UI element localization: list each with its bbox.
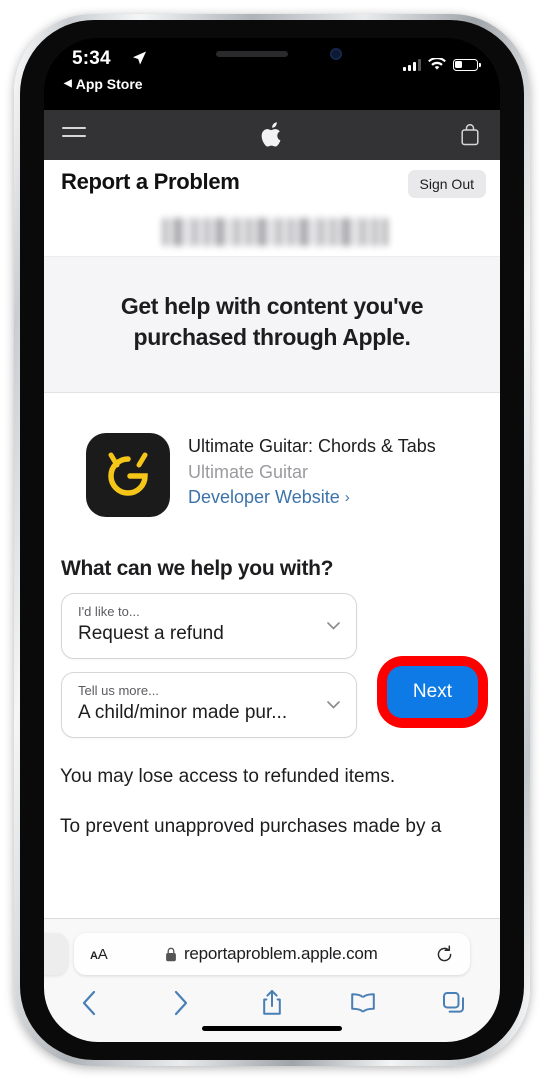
page-header: Report a Problem Sign Out xyxy=(44,160,500,208)
reason-select-label: I'd like to... xyxy=(78,604,140,620)
hamburger-menu-icon[interactable] xyxy=(62,127,86,137)
forward-button[interactable] xyxy=(135,990,226,1016)
body-copy-line-2: To prevent unapproved purchases made by … xyxy=(60,815,442,837)
earpiece-speaker xyxy=(216,51,288,57)
detail-select-label: Tell us more... xyxy=(78,683,159,699)
app-meta: Ultimate Guitar: Chords & Tabs Ultimate … xyxy=(188,433,436,517)
home-indicator xyxy=(202,1026,342,1031)
share-icon xyxy=(263,990,281,1015)
tabs-icon xyxy=(443,992,465,1013)
apple-logo-icon[interactable] xyxy=(261,122,283,148)
app-name: Ultimate Guitar: Chords & Tabs xyxy=(188,436,436,457)
cellular-signal-icon xyxy=(403,58,421,71)
shopping-bag-icon[interactable] xyxy=(460,123,480,147)
red-annotation-ring: Next xyxy=(376,656,488,729)
text-size-button[interactable]: AA xyxy=(90,946,108,963)
ultimate-guitar-app-icon xyxy=(86,433,170,518)
app-info-block: Ultimate Guitar: Chords & Tabs Ultimate … xyxy=(44,393,500,518)
form-row-1: I'd like to... Request a refund xyxy=(61,593,482,660)
hero-heading-line-1: Get help with content you've xyxy=(120,293,424,319)
chevron-right-icon xyxy=(175,990,188,1016)
chevron-down-icon xyxy=(327,622,340,630)
share-button[interactable] xyxy=(226,989,317,1017)
chevron-left-icon xyxy=(82,990,96,1016)
safari-chrome: AA reportaproblem.apple.com xyxy=(44,918,500,1042)
chevron-down-icon xyxy=(327,701,340,709)
screenshot-stage: 5:34 ◀ App Store Report a Problem Sign O… xyxy=(0,0,544,1080)
adjacent-tab-preview[interactable] xyxy=(44,933,68,975)
back-to-app-button[interactable]: ◀ App Store xyxy=(64,76,143,92)
hero-section: Get help with content you've purchased t… xyxy=(44,257,500,394)
next-button[interactable]: Next xyxy=(386,666,478,719)
front-camera xyxy=(330,48,342,60)
back-to-app-label: App Store xyxy=(75,76,143,92)
help-form: What can we help you with? I'd like to..… xyxy=(44,517,500,739)
hero-heading-line-2: purchased through Apple. xyxy=(133,323,411,350)
phone-notch xyxy=(174,38,370,68)
redacted-email-blur xyxy=(162,218,388,246)
safari-toolbar xyxy=(44,985,500,1021)
bookmarks-button[interactable] xyxy=(318,992,409,1014)
detail-select[interactable]: Tell us more... A child/minor made pur..… xyxy=(61,672,357,739)
reload-icon[interactable] xyxy=(435,944,454,964)
page-title: Report a Problem xyxy=(61,169,240,194)
wifi-icon xyxy=(428,58,446,70)
lock-icon xyxy=(166,947,176,961)
hero-heading: Get help with content you've purchased t… xyxy=(70,291,474,352)
back-button[interactable] xyxy=(44,990,135,1016)
status-bar-time: 5:34 xyxy=(72,48,111,69)
phone-screen: 5:34 ◀ App Store Report a Problem Sign O… xyxy=(44,38,500,1042)
tabs-button[interactable] xyxy=(409,991,500,1015)
reason-select[interactable]: I'd like to... Request a refund xyxy=(61,593,357,660)
sign-out-button[interactable]: Sign Out xyxy=(407,170,486,198)
apple-site-nav xyxy=(44,110,500,160)
detail-select-value: A child/minor made pur... xyxy=(78,702,288,724)
form-heading: What can we help you with? xyxy=(61,557,334,581)
developer-website-label: Developer Website xyxy=(188,487,340,508)
next-button-highlight: Next xyxy=(376,656,488,729)
app-developer: Ultimate Guitar xyxy=(188,462,309,483)
account-email-bar xyxy=(44,208,500,257)
url-text: reportaproblem.apple.com xyxy=(183,944,378,963)
chevron-right-icon: › xyxy=(344,489,350,507)
body-copy-line-1: You may lose access to refunded items. xyxy=(60,766,396,788)
developer-website-link[interactable]: Developer Website › xyxy=(188,487,350,508)
reason-select-value: Request a refund xyxy=(78,623,224,645)
safari-url-bar[interactable]: AA reportaproblem.apple.com xyxy=(74,933,470,975)
location-arrow-icon xyxy=(132,51,147,65)
body-copy: You may lose access to refunded items. T… xyxy=(44,764,500,839)
battery-icon xyxy=(453,58,481,71)
book-icon xyxy=(351,993,376,1013)
back-triangle-icon: ◀ xyxy=(64,78,72,89)
form-row-2: Tell us more... A child/minor made pur..… xyxy=(61,656,488,739)
status-bar-indicators xyxy=(403,58,481,71)
webpage-content: Get help with content you've purchased t… xyxy=(44,208,500,918)
url-display[interactable]: reportaproblem.apple.com xyxy=(108,944,435,964)
